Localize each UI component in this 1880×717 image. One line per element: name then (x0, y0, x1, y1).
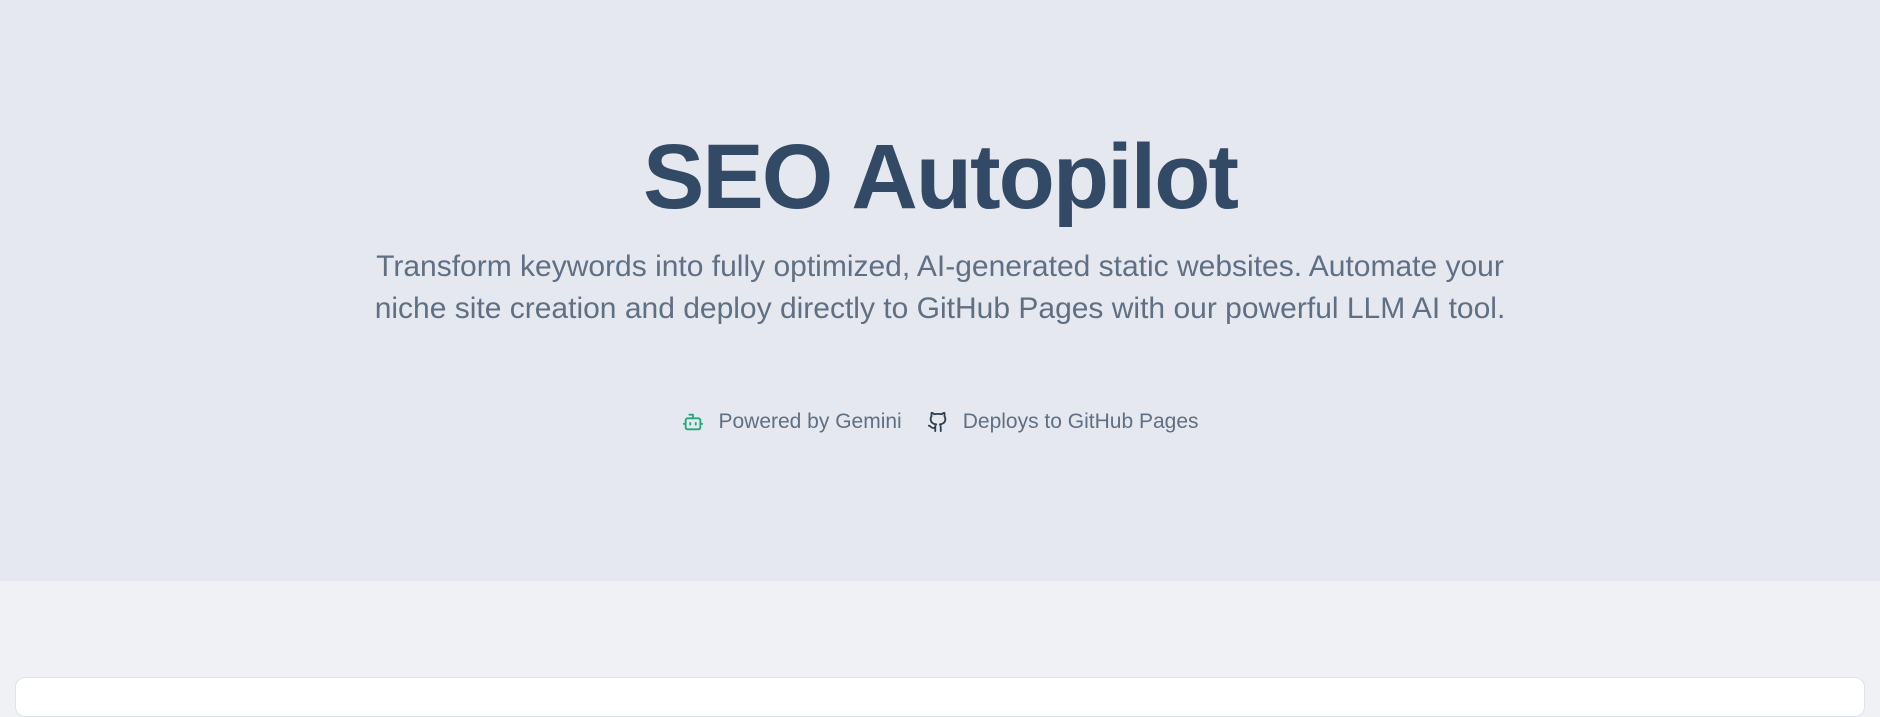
badge-gemini: Powered by Gemini (681, 406, 902, 438)
hero-section: SEO Autopilot Transform keywords into fu… (0, 0, 1880, 581)
page-title: SEO Autopilot (642, 126, 1239, 228)
feature-badges: Powered by Gemini Deploys to GitHub Page… (0, 406, 1880, 438)
badge-github-label: Deploys to GitHub Pages (962, 410, 1199, 433)
hero-subtitle: Transform keywords into fully optimized,… (374, 250, 1506, 325)
badge-github: Deploys to GitHub Pages (926, 406, 1199, 438)
github-icon (926, 410, 950, 434)
badge-gemini-label: Powered by Gemini (718, 410, 902, 433)
robot-icon (681, 410, 705, 434)
content-card (15, 677, 1865, 717)
